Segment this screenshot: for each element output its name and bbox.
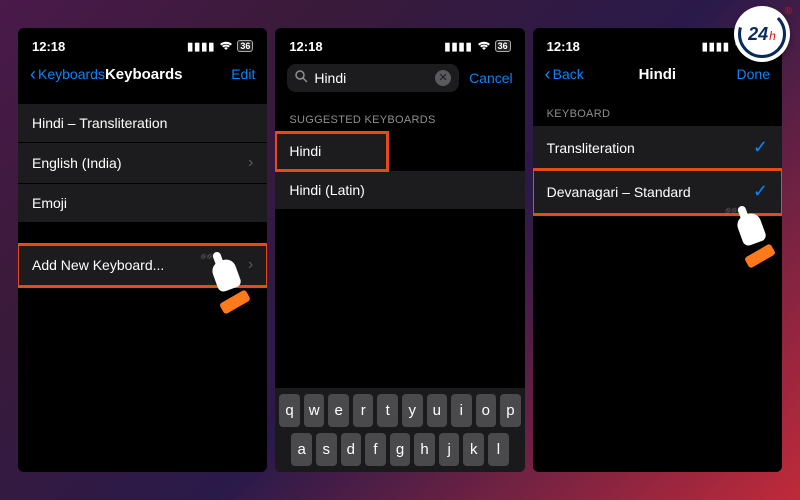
checkmark-icon: ✓ [753, 181, 768, 202]
phone-screen-3: 12:18 ▮▮▮▮ 36 ‹ Back Hindi Done Keyboard… [533, 28, 782, 472]
signal-icon: ▮▮▮▮ [702, 40, 730, 53]
key-o[interactable]: o [476, 394, 497, 427]
status-time: 12:18 [289, 39, 322, 54]
key-g[interactable]: g [390, 433, 411, 466]
list-item-label: English (India) [32, 155, 122, 171]
list-item[interactable]: Hindi (Latin) [275, 171, 524, 210]
add-keyboard-button[interactable]: Add New Keyboard... › [18, 245, 267, 286]
section-header: Keyboard [533, 94, 782, 126]
keyboard-options: Transliteration ✓ Devanagari – Standard … [533, 126, 782, 214]
key-l[interactable]: l [488, 433, 509, 466]
nav-bar: ‹ Back Hindi Done [533, 60, 782, 94]
search-input[interactable]: Hindi ✕ [287, 64, 459, 92]
list-item[interactable]: Emoji [18, 184, 267, 223]
section-header: Suggested Keyboards [275, 100, 524, 132]
phone-screen-2: 12:18 ▮▮▮▮ 36 Hindi ✕ Cancel Suggested K… [275, 28, 524, 472]
key-s[interactable]: s [316, 433, 337, 466]
search-row: Hindi ✕ Cancel [275, 60, 524, 100]
back-button[interactable]: ‹ Keyboards [30, 65, 105, 83]
back-label: Keyboards [38, 66, 105, 82]
battery-icon: 36 [495, 40, 511, 52]
add-keyboard-group: Add New Keyboard... › [18, 245, 267, 286]
add-keyboard-label: Add New Keyboard... [32, 257, 164, 273]
nav-bar: ‹ Keyboards Keyboards Edit [18, 60, 267, 94]
key-e[interactable]: e [328, 394, 349, 427]
list-item[interactable]: English (India) › [18, 143, 267, 184]
keyboard[interactable]: qwertyuiop asdfghjkl [275, 388, 524, 472]
key-d[interactable]: d [341, 433, 362, 466]
wifi-icon [477, 41, 491, 51]
key-f[interactable]: f [365, 433, 386, 466]
list-item[interactable]: Transliteration ✓ [533, 126, 782, 170]
search-icon [295, 70, 308, 86]
key-k[interactable]: k [463, 433, 484, 466]
brand-badge-24h: ® 24h [734, 6, 790, 62]
key-u[interactable]: u [427, 394, 448, 427]
page-title: Keyboards [105, 66, 183, 83]
list-item-label: Devanagari – Standard [547, 184, 691, 200]
key-q[interactable]: q [279, 394, 300, 427]
list-item[interactable]: Hindi [275, 132, 387, 171]
registered-icon: ® [785, 6, 792, 17]
page-title: Hindi [639, 66, 677, 83]
list-item-label: Transliteration [547, 140, 635, 156]
key-j[interactable]: j [439, 433, 460, 466]
done-button[interactable]: Done [676, 66, 770, 82]
cancel-button[interactable]: Cancel [469, 70, 513, 86]
list-item-label: Hindi – Transliteration [32, 115, 167, 131]
pointer-icon: ՛ ՛ ՛ [733, 214, 777, 262]
status-indicators: ▮▮▮▮ 36 [187, 40, 253, 53]
chevron-right-icon: › [248, 256, 253, 274]
key-y[interactable]: y [402, 394, 423, 427]
signal-icon: ▮▮▮▮ [444, 40, 472, 53]
key-p[interactable]: p [500, 394, 521, 427]
list-item-label: Emoji [32, 195, 67, 211]
battery-icon: 36 [237, 40, 253, 52]
key-h[interactable]: h [414, 433, 435, 466]
back-button[interactable]: ‹ Back [545, 65, 639, 83]
keyboard-list: Hindi – Transliteration English (India) … [18, 104, 267, 223]
checkmark-icon: ✓ [753, 137, 768, 158]
key-t[interactable]: t [377, 394, 398, 427]
signal-icon: ▮▮▮▮ [187, 40, 215, 53]
key-w[interactable]: w [304, 394, 325, 427]
key-a[interactable]: a [291, 433, 312, 466]
phone-screen-1: 12:18 ▮▮▮▮ 36 ‹ Keyboards Keyboards Edit… [18, 28, 267, 472]
edit-button[interactable]: Edit [182, 66, 255, 82]
back-label: Back [553, 66, 584, 82]
key-r[interactable]: r [353, 394, 374, 427]
list-item-label: Hindi [289, 143, 321, 159]
key-i[interactable]: i [451, 394, 472, 427]
search-results: Hindi Hindi (Latin) [275, 132, 524, 210]
wifi-icon [219, 41, 233, 51]
chevron-left-icon: ‹ [545, 65, 551, 83]
list-item[interactable]: Hindi – Transliteration [18, 104, 267, 143]
list-item-label: Hindi (Latin) [289, 182, 364, 198]
status-bar: 12:18 ▮▮▮▮ 36 [18, 28, 267, 60]
list-item[interactable]: Devanagari – Standard ✓ [533, 170, 782, 214]
chevron-right-icon: › [248, 154, 253, 172]
status-bar: 12:18 ▮▮▮▮ 36 [275, 28, 524, 60]
status-indicators: ▮▮▮▮ 36 [444, 40, 510, 53]
status-time: 12:18 [547, 39, 580, 54]
clear-icon[interactable]: ✕ [435, 70, 451, 86]
status-time: 12:18 [32, 39, 65, 54]
chevron-left-icon: ‹ [30, 65, 36, 83]
search-value: Hindi [314, 70, 429, 86]
